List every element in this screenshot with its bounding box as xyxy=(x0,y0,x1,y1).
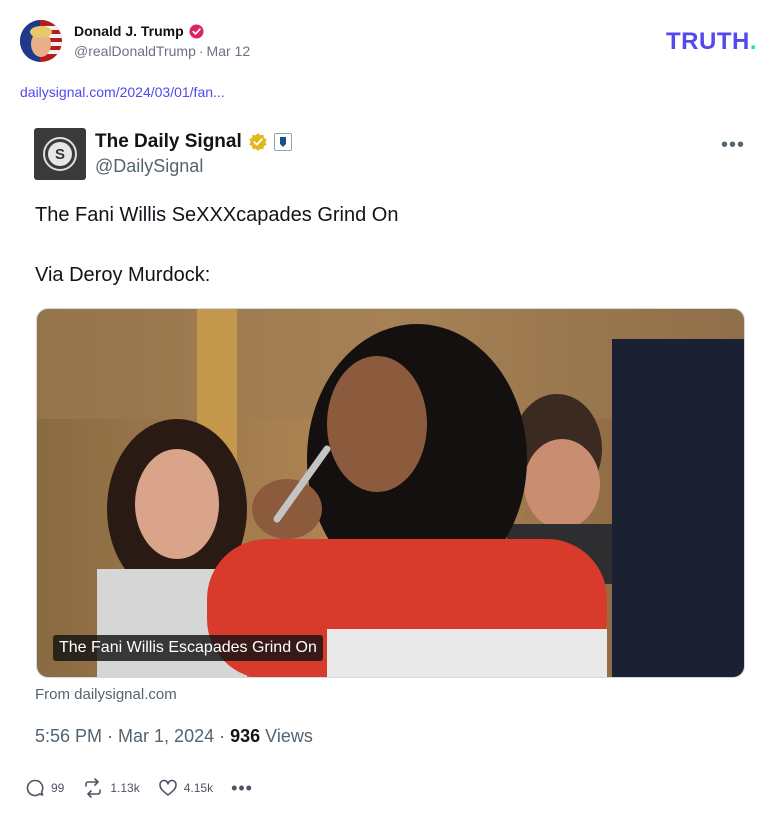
tweet-text-line1: The Fani Willis SeXXXcapades Grind On xyxy=(35,204,399,226)
brand-text: TRUTH xyxy=(666,28,750,55)
reply-button[interactable]: 99 xyxy=(25,778,64,798)
brand-dot: . xyxy=(749,28,757,55)
views-count: 936 xyxy=(230,726,261,746)
reply-icon xyxy=(26,779,44,797)
daily-signal-logo: S xyxy=(34,128,86,180)
like-count: 4.15k xyxy=(183,781,214,795)
tweet-media-image[interactable]: The Fani Willis Escapades Grind On xyxy=(36,308,745,678)
tweet-account-name: The Daily Signal xyxy=(95,131,242,152)
tweet-account-handle: @DailySignal xyxy=(95,156,204,176)
retruth-button[interactable]: 1.13k xyxy=(82,778,140,798)
avatar[interactable] xyxy=(20,20,62,62)
views-label: Views xyxy=(265,726,313,746)
post-date[interactable]: Mar 12 xyxy=(207,43,251,59)
truth-logo[interactable]: TRUTH. xyxy=(666,28,757,56)
affiliate-badge-icon xyxy=(273,133,292,151)
photo-illustration xyxy=(37,309,744,677)
retruth-count: 1.13k xyxy=(110,781,140,795)
post-link[interactable]: dailysignal.com/2024/03/01/fan... xyxy=(20,84,225,100)
avatar-image xyxy=(20,20,62,62)
verified-badge-icon xyxy=(189,23,204,39)
media-caption: The Fani Willis Escapades Grind On xyxy=(53,635,323,661)
tweet-text-line2: Via Deroy Murdock: xyxy=(35,264,211,286)
tweet-header: S The Daily Signal @DailySignal xyxy=(34,128,292,180)
tweet-time: 5:56 PM xyxy=(35,726,103,746)
more-icon[interactable]: ••• xyxy=(721,134,745,157)
like-icon xyxy=(158,779,177,796)
author-meta: @realDonaldTrump · Mar 12 xyxy=(74,43,251,59)
author-name[interactable]: Donald J. Trump xyxy=(74,23,184,39)
tweet-timestamp: 5:56 PM · Mar 1, 2024 · 936 Views xyxy=(35,726,313,746)
post-header: Donald J. Trump @realDonaldTrump · Mar 12 xyxy=(20,20,250,62)
embedded-tweet: S The Daily Signal @DailySignal ••• The … xyxy=(20,114,757,767)
more-actions-button[interactable]: ••• xyxy=(231,779,253,797)
gold-check-icon xyxy=(249,133,267,151)
logo-letter: S xyxy=(48,142,72,166)
action-bar: 99 1.13k 4.15k ••• xyxy=(25,778,271,798)
more-actions-icon: ••• xyxy=(231,778,253,798)
tweet-source: From dailysignal.com xyxy=(35,686,177,703)
like-button[interactable]: 4.15k xyxy=(158,778,213,798)
retruth-icon xyxy=(85,778,102,798)
author-handle[interactable]: @realDonaldTrump xyxy=(74,43,196,59)
tweet-date: Mar 1, 2024 xyxy=(118,726,215,746)
reply-count: 99 xyxy=(51,781,65,795)
